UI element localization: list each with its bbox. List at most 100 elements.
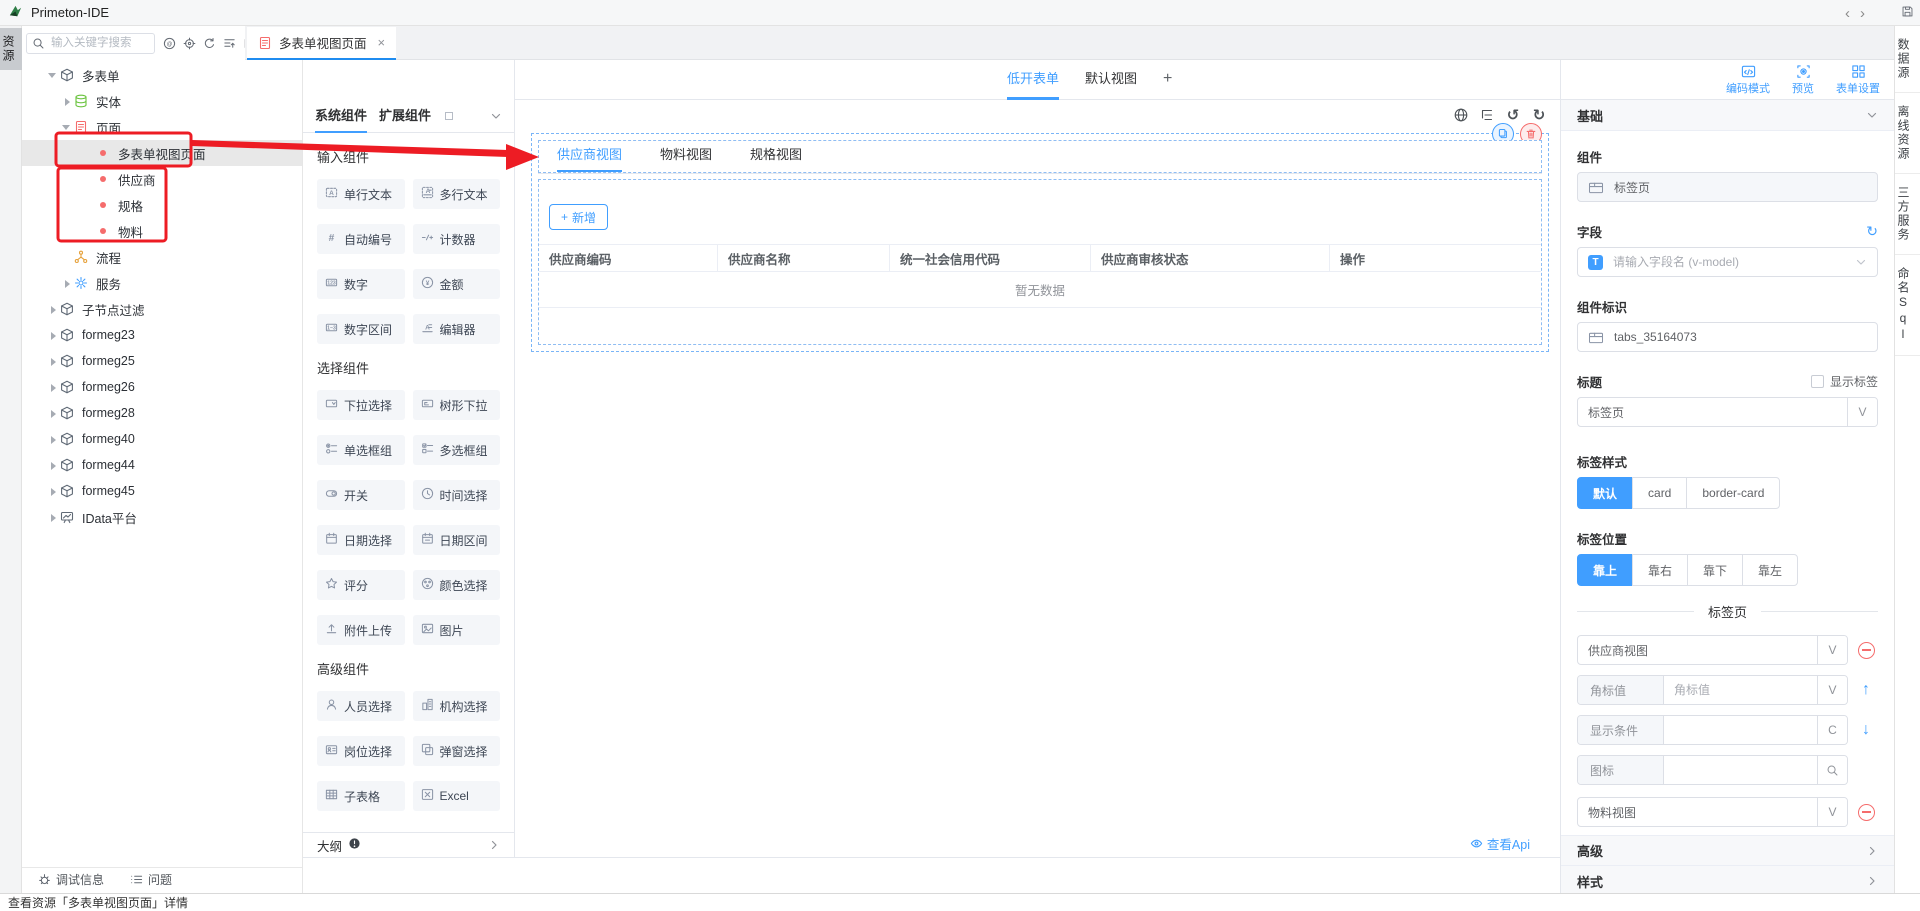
tab-position-top[interactable]: 靠上	[1577, 554, 1633, 586]
search-input[interactable]	[49, 36, 149, 50]
tree-item-17[interactable]: IData平台	[22, 504, 302, 530]
dock-tab-third-party[interactable]: 三方服务	[1895, 174, 1920, 255]
expand-arrow-icon[interactable]	[60, 94, 74, 108]
tab-system-components[interactable]: 系统组件	[315, 100, 367, 133]
tree-item-15[interactable]: formeg44	[22, 452, 302, 478]
tree-item-13[interactable]: formeg28	[22, 400, 302, 426]
expand-arrow-icon[interactable]	[46, 484, 60, 498]
palette-item-time[interactable]: 时间选择	[413, 480, 501, 510]
move-up-icon[interactable]: ↑	[1862, 682, 1870, 698]
structure-tree-icon[interactable]	[1478, 106, 1496, 124]
tree-item-5[interactable]: 规格	[22, 192, 302, 218]
view-api-link[interactable]: 查看Api	[1470, 834, 1530, 853]
tree-item-2[interactable]: 页面	[22, 114, 302, 140]
debug-info-button[interactable]: 调试信息	[38, 871, 104, 888]
palette-item-upload[interactable]: 附件上传	[317, 615, 405, 645]
tree-item-14[interactable]: formeg40	[22, 426, 302, 452]
tree-item-16[interactable]: formeg45	[22, 478, 302, 504]
tree-item-9[interactable]: 子节点过滤	[22, 296, 302, 322]
tree-item-12[interactable]: formeg26	[22, 374, 302, 400]
close-icon[interactable]: ×	[378, 35, 386, 50]
tab-item-name-input[interactable]	[1578, 798, 1817, 826]
expand-arrow-icon[interactable]	[46, 406, 60, 420]
palette-item-editor[interactable]: A编辑器	[413, 314, 501, 344]
undo-icon[interactable]: ↺	[1504, 106, 1522, 124]
badge-input[interactable]	[1664, 676, 1817, 704]
remove-tab-icon[interactable]	[1858, 642, 1875, 659]
palette-item-org[interactable]: 机构选择	[413, 691, 501, 721]
expand-arrow-icon[interactable]	[60, 276, 74, 290]
palette-item-money[interactable]: ¥金额	[413, 269, 501, 299]
icon-search-button[interactable]	[1817, 756, 1847, 784]
expand-arrow-icon[interactable]	[46, 458, 60, 472]
form-settings-button[interactable]: 表单设置	[1836, 64, 1880, 96]
palette-item-person[interactable]: 人员选择	[317, 691, 405, 721]
locate-target-icon[interactable]	[182, 36, 197, 51]
palette-item-checkboxes[interactable]: 多选框组	[413, 435, 501, 465]
show-label-checkbox[interactable]: 显示标签	[1811, 373, 1878, 390]
v-button[interactable]: V	[1817, 636, 1847, 664]
palette-item-treeselect[interactable]: 树形下拉	[413, 390, 501, 420]
refresh-icon[interactable]	[202, 36, 217, 51]
palette-item-counter[interactable]: 计数器	[413, 224, 501, 254]
palette-item-select[interactable]: 下拉选择	[317, 390, 405, 420]
code-mode-button[interactable]: 编码模式	[1726, 64, 1770, 96]
component-value-input[interactable]	[1612, 179, 1867, 195]
palette-item-excel[interactable]: Excel	[413, 781, 501, 811]
palette-item-popup[interactable]: 弹窗选择	[413, 736, 501, 766]
add-row-button[interactable]: + 新增	[549, 204, 608, 230]
chevron-down-icon[interactable]	[490, 110, 502, 122]
tree-item-4[interactable]: 供应商	[22, 166, 302, 192]
nav-back-icon[interactable]: ‹	[1845, 5, 1850, 22]
tab-default-view[interactable]: 默认视图	[1085, 60, 1137, 100]
add-view-tab-button[interactable]: +	[1163, 60, 1172, 100]
resources-dock-tab[interactable]: 资源	[0, 28, 22, 70]
tree-item-6[interactable]: 物料	[22, 218, 302, 244]
selected-tabs-component[interactable]: 供应商视图 物料视图 规格视图 + 新增 供应商编码 供应商名称 统一社会信用代…	[531, 133, 1549, 352]
dock-tab-named-sql[interactable]: 命名Sql	[1895, 255, 1920, 356]
tab-style-default[interactable]: 默认	[1577, 477, 1633, 509]
tab-style-border-card[interactable]: border-card	[1686, 477, 1780, 509]
tab-style-card[interactable]: card	[1632, 477, 1687, 509]
palette-footer[interactable]: 大纲	[303, 832, 514, 857]
document-tab-active[interactable]: 多表单视图页面 ×	[247, 27, 396, 60]
palette-item-number[interactable]: 123数字	[317, 269, 405, 299]
palette-item-autonum[interactable]: #自动编号	[317, 224, 405, 254]
tree-item-3[interactable]: 多表单视图页面	[22, 140, 302, 166]
collapse-all-icon[interactable]	[222, 36, 237, 51]
field-select[interactable]: T	[1577, 247, 1878, 277]
globe-icon[interactable]	[1452, 106, 1470, 124]
expand-arrow-icon[interactable]	[46, 328, 60, 342]
search-box[interactable]	[26, 33, 155, 54]
save-icon[interactable]	[1901, 5, 1914, 22]
field-input[interactable]	[1611, 254, 1847, 270]
condition-input[interactable]	[1664, 716, 1817, 744]
tab-item-name-input[interactable]	[1578, 636, 1817, 664]
expand-arrow-icon[interactable]	[46, 510, 60, 524]
v-button[interactable]: V	[1817, 798, 1847, 826]
palette-item-daterange[interactable]: 日期区间	[413, 525, 501, 555]
nav-forward-icon[interactable]: ›	[1860, 5, 1865, 22]
tab-position-left[interactable]: 靠左	[1742, 554, 1798, 586]
form-tab-material[interactable]: 物料视图	[660, 140, 712, 172]
form-tab-supplier[interactable]: 供应商视图	[557, 140, 622, 172]
palette-item-rate[interactable]: 评分	[317, 570, 405, 600]
palette-item-image[interactable]: 图片	[413, 615, 501, 645]
component-id-input[interactable]	[1612, 329, 1867, 345]
palette-item-numrange[interactable]: 1~3数字区间	[317, 314, 405, 344]
tree-item-0[interactable]: 多表单	[22, 62, 302, 88]
expand-arrow-icon[interactable]	[46, 432, 60, 446]
move-down-icon[interactable]: ↓	[1862, 722, 1870, 738]
chevron-right-icon[interactable]	[488, 839, 500, 851]
expand-arrow-icon[interactable]	[60, 120, 74, 134]
tree-item-11[interactable]: formeg25	[22, 348, 302, 374]
palette-item-radio[interactable]: 单选框组	[317, 435, 405, 465]
palette-item-text[interactable]: A单行文本	[317, 179, 405, 209]
problems-button[interactable]: 问题	[130, 871, 172, 888]
tree-item-7[interactable]: 流程	[22, 244, 302, 270]
dock-tab-datasource[interactable]: 数据源	[1895, 26, 1920, 93]
tree-item-10[interactable]: formeg23	[22, 322, 302, 348]
expand-arrow-icon[interactable]	[46, 302, 60, 316]
dock-tab-offline-resources[interactable]: 离线资源	[1895, 93, 1920, 174]
expand-arrow-icon[interactable]	[46, 380, 60, 394]
